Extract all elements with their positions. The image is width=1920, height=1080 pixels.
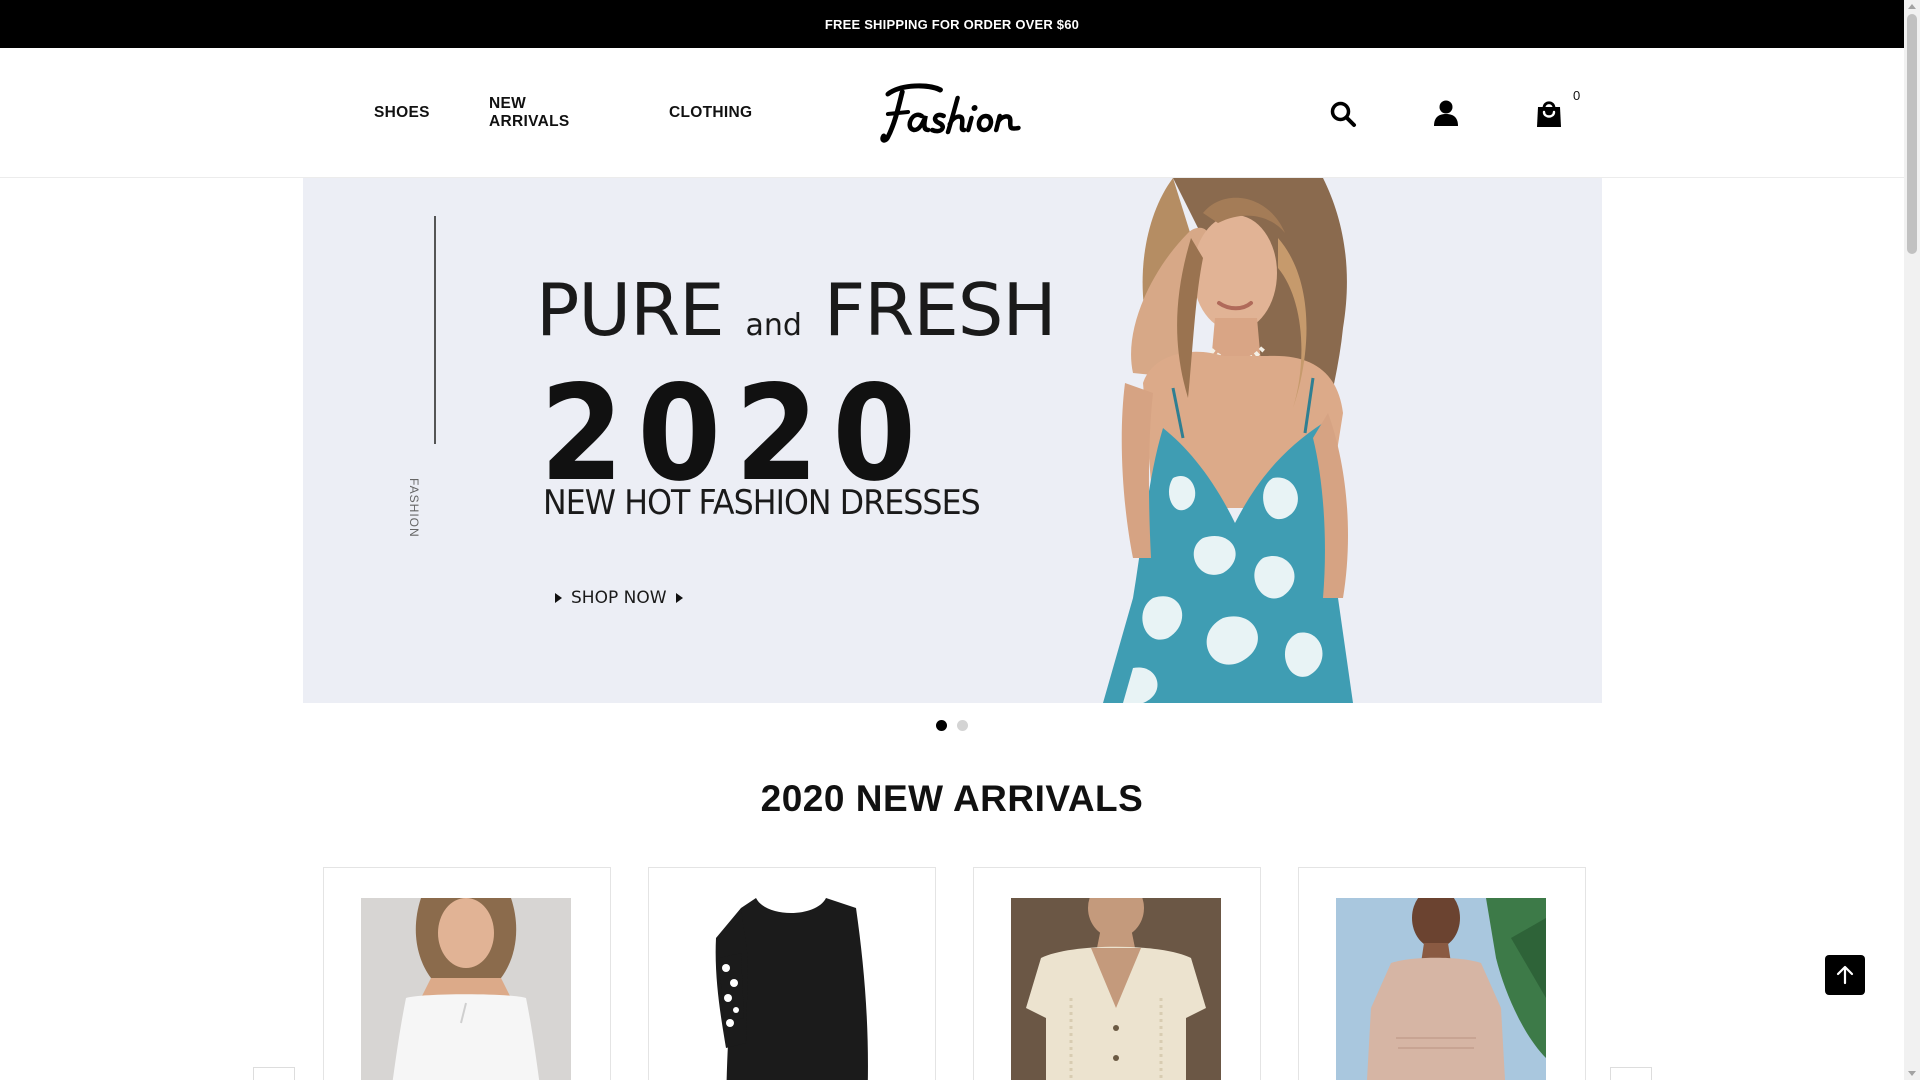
scroll-down-arrow-icon[interactable] (1908, 1071, 1916, 1076)
hero-subheadline: NEW HOT FASHION DRESSES (543, 483, 981, 523)
product-image[interactable] (1011, 898, 1221, 1080)
hero-divider (434, 216, 436, 444)
hero-headline: PURE and FRESH (536, 268, 1057, 352)
product-image[interactable] (686, 898, 896, 1080)
hero-headline-right: FRESH (823, 268, 1057, 352)
product-card[interactable] (973, 867, 1261, 1080)
carousel-next-button[interactable] (1610, 1067, 1652, 1080)
section-title: 2020 NEW ARRIVALS (760, 778, 1144, 819)
carousel-prev-button[interactable] (253, 1067, 295, 1080)
hero-headline-left: PURE (536, 268, 725, 352)
shop-now-link[interactable]: SHOP NOW (555, 588, 683, 608)
page-scrollbar[interactable] (1904, 0, 1920, 1080)
announcement-text: FREE SHIPPING FOR ORDER OVER $60 (824, 16, 1080, 32)
carousel-dot-1[interactable] (936, 720, 947, 731)
nav-item-new-arrivals[interactable]: NEW ARRIVALS (489, 95, 569, 131)
nav-item-clothing[interactable]: CLOTHING (669, 104, 752, 122)
product-image[interactable] (1336, 898, 1546, 1080)
user-icon[interactable] (1431, 98, 1461, 128)
scroll-up-arrow-icon[interactable] (1908, 4, 1916, 9)
shopping-bag-icon[interactable] (1534, 97, 1564, 129)
hero-banner[interactable]: FASHION PURE and FRESH 2020 NEW HOT FASH… (303, 178, 1602, 703)
play-arrow-icon (675, 593, 683, 603)
product-card[interactable] (648, 867, 936, 1080)
search-icon[interactable] (1328, 98, 1358, 130)
arrow-up-icon (1836, 965, 1854, 985)
product-card[interactable] (1298, 867, 1586, 1080)
brand-logo[interactable] (875, 80, 1032, 146)
carousel-dot-2[interactable] (957, 720, 968, 731)
play-arrow-icon (555, 593, 562, 603)
hero-model-image (1103, 178, 1353, 703)
announcement-bar: FREE SHIPPING FOR ORDER OVER $60 (0, 0, 1904, 48)
product-image[interactable] (361, 898, 571, 1080)
hero-headline-and: and (745, 308, 802, 343)
site-header: SHOES NEW ARRIVALS CLOTHING 0 (0, 48, 1904, 178)
carousel-dots (936, 720, 968, 731)
nav-item-shoes[interactable]: SHOES (374, 104, 430, 122)
cart-count: 0 (1573, 88, 1581, 103)
hero-side-text: FASHION (407, 478, 421, 538)
scrollbar-thumb[interactable] (1907, 14, 1917, 254)
back-to-top-button[interactable] (1825, 955, 1865, 995)
shop-now-label: SHOP NOW (571, 588, 667, 608)
product-card[interactable] (323, 867, 611, 1080)
